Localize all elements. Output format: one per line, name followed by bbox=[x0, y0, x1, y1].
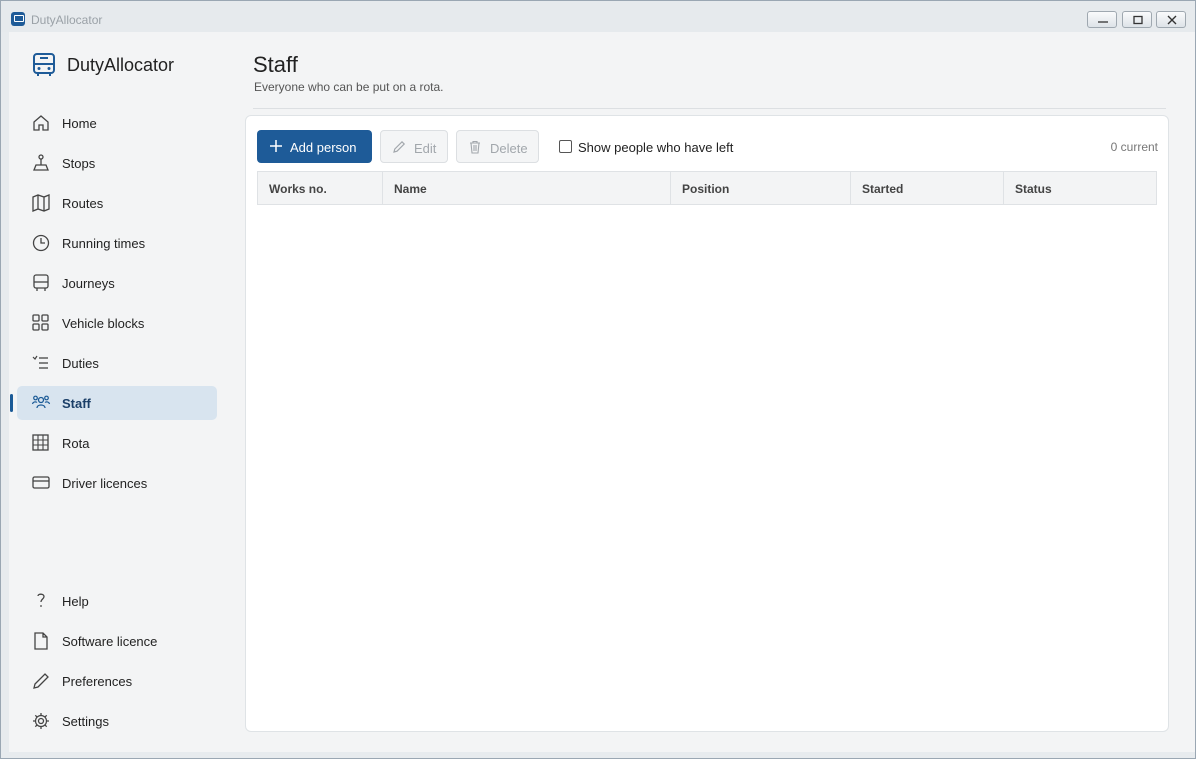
nav-vehicle-blocks-label: Vehicle blocks bbox=[62, 316, 145, 331]
column-header-label: Started bbox=[862, 182, 904, 196]
clock-icon bbox=[32, 234, 50, 252]
add-person-label: Add person bbox=[290, 140, 357, 155]
nav-staff-label: Staff bbox=[62, 396, 91, 411]
page-subtitle: Everyone who can be put on a rota. bbox=[254, 80, 444, 94]
column-header-started[interactable]: Started bbox=[851, 172, 1004, 204]
nav-home-label: Home bbox=[62, 116, 97, 131]
app-icon bbox=[11, 12, 25, 26]
staff-panel: Add person Edit Delete Show people who h… bbox=[245, 115, 1169, 732]
column-header-position[interactable]: Position bbox=[671, 172, 851, 204]
header-divider bbox=[253, 108, 1166, 109]
nav-preferences-label: Preferences bbox=[62, 674, 133, 689]
nav-preferences[interactable]: Preferences bbox=[17, 664, 217, 698]
edit-button[interactable]: Edit bbox=[380, 130, 448, 163]
home-icon bbox=[33, 115, 49, 131]
nav-settings-label: Settings bbox=[62, 714, 109, 729]
column-header-status[interactable]: Status bbox=[1004, 172, 1156, 204]
pencil-icon bbox=[393, 140, 406, 153]
nav-settings[interactable]: Settings bbox=[17, 704, 217, 738]
nav-stops[interactable]: Stops bbox=[17, 146, 217, 180]
nav-duties[interactable]: Duties bbox=[17, 346, 217, 380]
table-icon bbox=[32, 434, 49, 451]
close-button[interactable] bbox=[1156, 11, 1186, 28]
add-person-button[interactable]: Add person bbox=[257, 130, 372, 163]
nav-driver-licences-label: Driver licences bbox=[62, 476, 148, 491]
nav-software-licence[interactable]: Software licence bbox=[17, 624, 217, 658]
nav-running-times-label: Running times bbox=[62, 236, 146, 251]
column-header-label: Status bbox=[1015, 182, 1052, 196]
bus-logo-icon bbox=[33, 53, 55, 76]
nav-software-licence-label: Software licence bbox=[62, 634, 158, 649]
sidebar: DutyAllocator Home Stops Routes Running … bbox=[9, 32, 225, 752]
column-header-label: Name bbox=[394, 182, 427, 196]
gear-icon bbox=[33, 713, 49, 729]
nav-routes[interactable]: Routes bbox=[17, 186, 217, 220]
help-icon bbox=[37, 593, 45, 607]
pen-icon bbox=[33, 673, 49, 689]
main-content: Staff Everyone who can be put on a rota.… bbox=[225, 32, 1195, 752]
stop-icon bbox=[33, 154, 49, 171]
people-icon bbox=[31, 395, 51, 409]
plus-icon bbox=[270, 140, 282, 152]
map-icon bbox=[32, 194, 50, 212]
nav-rota[interactable]: Rota bbox=[17, 426, 217, 460]
delete-button[interactable]: Delete bbox=[456, 130, 539, 163]
column-header-label: Position bbox=[682, 182, 730, 196]
document-icon bbox=[34, 632, 48, 650]
title-bar[interactable]: DutyAllocator bbox=[1, 1, 1195, 32]
nav-home[interactable]: Home bbox=[17, 106, 217, 140]
maximize-button[interactable] bbox=[1122, 11, 1152, 28]
nav-help[interactable]: Help bbox=[17, 584, 217, 618]
app-name: DutyAllocator bbox=[67, 55, 175, 75]
nav-rota-label: Rota bbox=[62, 436, 90, 451]
nav-running-times[interactable]: Running times bbox=[17, 226, 217, 260]
bus-icon bbox=[33, 274, 49, 291]
nav-journeys[interactable]: Journeys bbox=[17, 266, 217, 300]
nav-driver-licences[interactable]: Driver licences bbox=[17, 466, 217, 500]
nav-stops-label: Stops bbox=[62, 156, 96, 171]
show-left-label[interactable]: Show people who have left bbox=[578, 140, 733, 155]
nav-vehicle-blocks[interactable]: Vehicle blocks bbox=[17, 306, 217, 340]
minimize-button[interactable] bbox=[1087, 11, 1117, 28]
column-header-works-no[interactable]: Works no. bbox=[258, 172, 383, 204]
nav-duties-label: Duties bbox=[62, 356, 99, 371]
delete-label: Delete bbox=[490, 141, 528, 156]
active-indicator bbox=[10, 394, 13, 412]
checklist-icon bbox=[32, 355, 48, 369]
edit-label: Edit bbox=[414, 141, 437, 156]
window-title: DutyAllocator bbox=[31, 13, 103, 27]
app-window: DutyAllocator DutyAllocator Home Stops R… bbox=[0, 0, 1196, 759]
staff-count: 0 current bbox=[1110, 140, 1158, 154]
nav-routes-label: Routes bbox=[62, 196, 104, 211]
column-header-label: Works no. bbox=[269, 182, 327, 196]
nav-staff[interactable]: Staff bbox=[10, 386, 217, 420]
staff-table-header: Works no. Name Position Started Status bbox=[257, 171, 1157, 205]
grid-icon bbox=[32, 314, 49, 331]
trash-icon bbox=[470, 140, 480, 154]
nav-help-label: Help bbox=[62, 594, 89, 609]
page-title: Staff bbox=[253, 52, 298, 77]
column-header-name[interactable]: Name bbox=[383, 172, 671, 204]
show-left-checkbox[interactable] bbox=[559, 140, 572, 153]
nav-journeys-label: Journeys bbox=[62, 276, 115, 291]
card-icon bbox=[32, 476, 50, 489]
